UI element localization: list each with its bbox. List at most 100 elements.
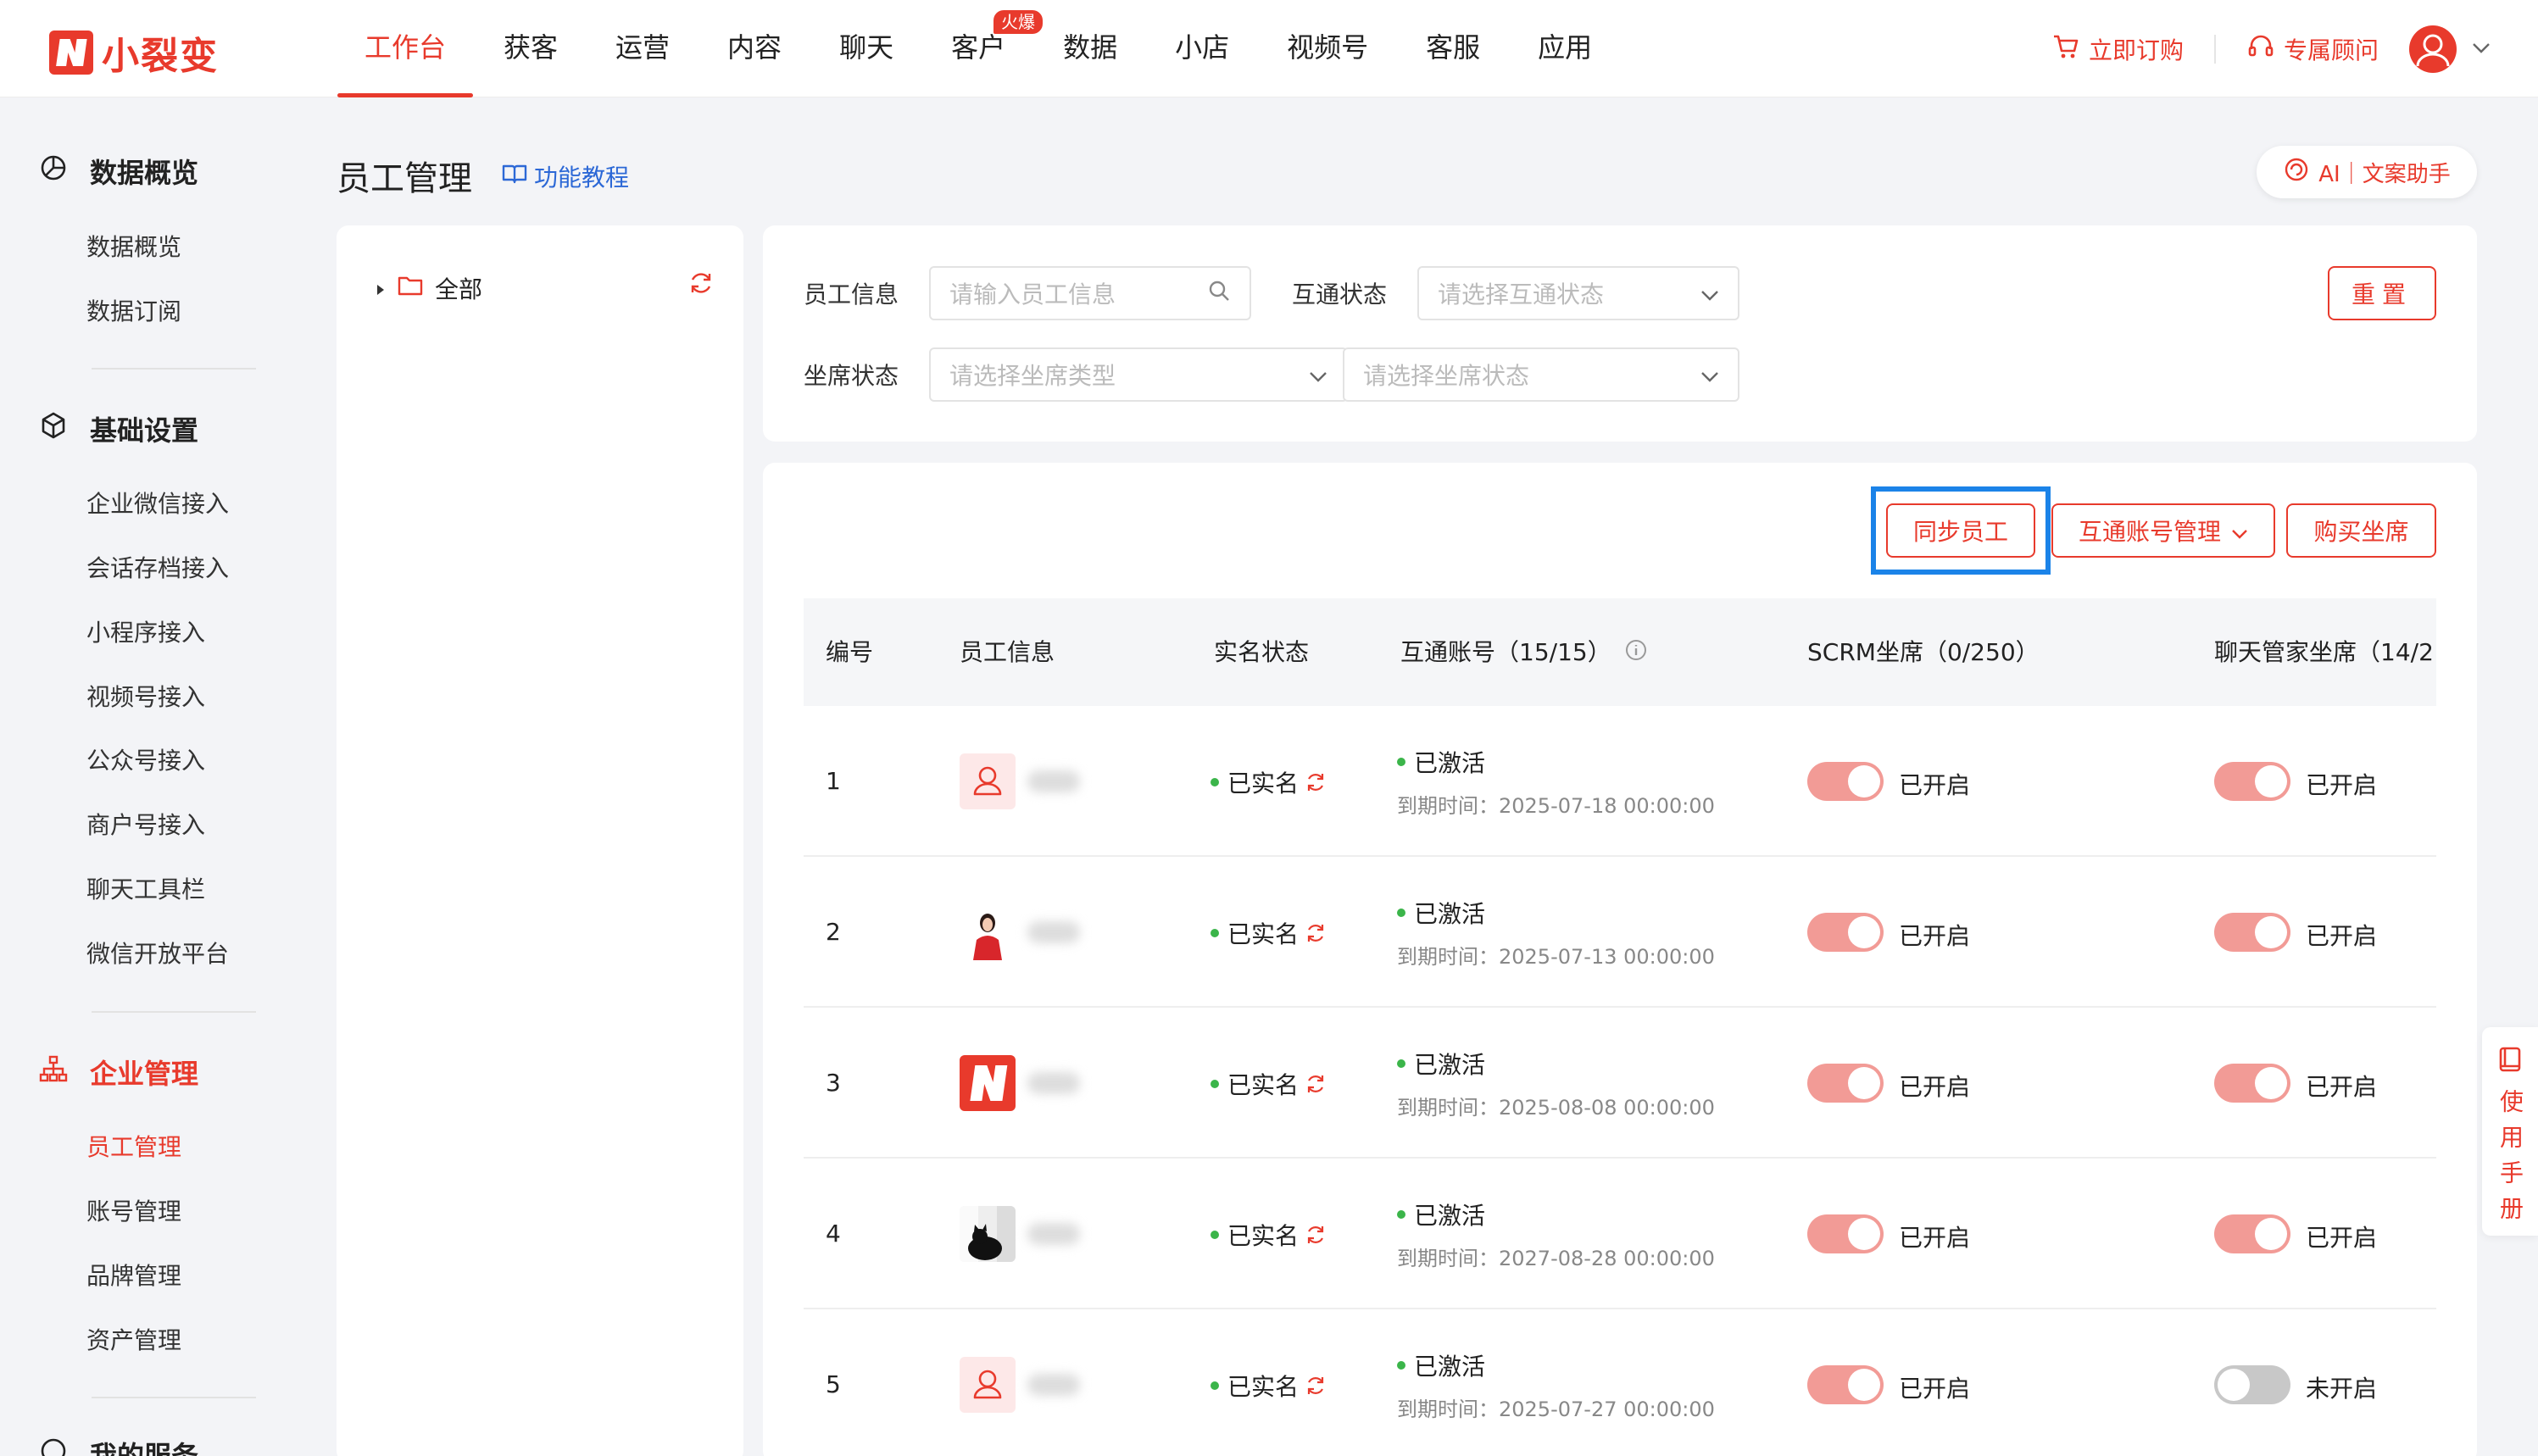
hutong-status-select[interactable]: 请选择互通状态	[1417, 266, 1739, 320]
status-dot-icon	[1397, 1361, 1405, 1370]
chat-seat-toggle[interactable]	[2214, 762, 2290, 801]
scrm-seat-toggle[interactable]	[1807, 762, 1884, 801]
nav-item-workbench[interactable]: 工作台	[336, 0, 475, 97]
chat-seat-toggle[interactable]	[2214, 1064, 2290, 1103]
activation-status: 已激活	[1397, 1047, 1485, 1081]
employee-name-redacted	[1027, 921, 1080, 943]
employee-id: 2	[826, 918, 841, 946]
nav-item-service[interactable]: 客服	[1397, 0, 1509, 97]
user-manual-tab[interactable]: 使用手册	[2482, 1027, 2538, 1236]
sidebar-item-wechat-open-platform[interactable]: 微信开放平台	[86, 936, 229, 970]
sidebar-item-merchant-access[interactable]: 商户号接入	[86, 807, 205, 841]
realname-status: 已实名	[1211, 1067, 1327, 1101]
sidebar-item-data-subscription[interactable]: 数据订阅	[86, 293, 181, 327]
nav-item-shop[interactable]: 小店	[1146, 0, 1258, 97]
sidebar-item-asset-management[interactable]: 资产管理	[86, 1322, 181, 1356]
status-dot-icon	[1397, 758, 1405, 766]
advisor-label: 专属顾问	[2283, 36, 2379, 64]
tree-node-root[interactable]: 全部	[376, 271, 482, 305]
expire-time: 到期时间：2025-07-18 00:00:00	[1397, 794, 1715, 818]
refresh-icon[interactable]	[1304, 770, 1327, 794]
divider	[92, 368, 256, 370]
activation-status: 已激活	[1397, 1348, 1485, 1382]
refresh-icon[interactable]	[1304, 1072, 1327, 1096]
sidebar-item-wecom-access[interactable]: 企业微信接入	[86, 486, 229, 520]
reset-button[interactable]: 重置	[2328, 266, 2436, 320]
scrm-seat-toggle[interactable]	[1807, 1365, 1884, 1404]
divider	[92, 1397, 256, 1398]
refresh-icon[interactable]	[687, 270, 715, 300]
department-tree-panel: 全部	[337, 225, 743, 1456]
scrm-seat-toggle[interactable]	[1807, 1214, 1884, 1253]
chevron-down-icon[interactable]	[2472, 42, 2491, 58]
seat-type-select[interactable]: 请选择坐席类型	[929, 347, 1348, 402]
scrm-seat-label: 已开启	[1899, 771, 1971, 799]
nav-item-channels[interactable]: 视频号	[1258, 0, 1397, 97]
activation-status: 已激活	[1397, 1198, 1485, 1231]
nav-item-apps[interactable]: 应用	[1509, 0, 1621, 97]
sidebar-item-employee-management[interactable]: 员工管理	[86, 1129, 181, 1163]
buy-seat-button[interactable]: 购买坐席	[2286, 503, 2436, 558]
service-icon	[39, 1437, 68, 1456]
nav-item-data[interactable]: 数据	[1034, 0, 1146, 97]
hutong-account-management-button[interactable]: 互通账号管理	[2051, 503, 2275, 558]
seat-status-select[interactable]: 请选择坐席状态	[1343, 347, 1739, 402]
table-row: 2 已实名 已激活 到期时间：2025-07-13 00:00:00 已开启 已开启	[804, 857, 2436, 1008]
sidebar-item-channels-access[interactable]: 视频号接入	[86, 679, 205, 713]
sidebar-item-official-account-access[interactable]: 公众号接入	[86, 742, 205, 776]
refresh-icon[interactable]	[1304, 1374, 1327, 1398]
sidebar-group-data-overview: 数据概览	[39, 152, 198, 191]
chat-seat-toggle[interactable]	[2214, 1365, 2290, 1404]
sidebar-item-archive-access[interactable]: 会话存档接入	[86, 550, 229, 584]
chat-seat-toggle[interactable]	[2214, 1214, 2290, 1253]
brand-logo[interactable]: 小裂变	[49, 25, 219, 80]
realname-status: 已实名	[1211, 1218, 1327, 1252]
info-icon[interactable]	[1624, 600, 1648, 708]
tutorial-link[interactable]: 功能教程	[502, 159, 629, 193]
ai-copywriting-button[interactable]: AI｜文案助手	[2257, 146, 2477, 198]
chevron-down-icon	[1309, 361, 1327, 389]
scrm-seat-toggle[interactable]	[1807, 913, 1884, 952]
nav-item-acquire[interactable]: 获客	[475, 0, 587, 97]
employee-name-redacted	[1027, 770, 1080, 792]
user-manual-label: 使用手册	[2496, 1089, 2524, 1231]
sidebar-item-chat-toolbar[interactable]: 聊天工具栏	[86, 871, 205, 905]
expire-time: 到期时间：2025-07-13 00:00:00	[1397, 945, 1715, 969]
expire-time: 到期时间：2027-08-28 00:00:00	[1397, 1247, 1715, 1270]
caret-right-icon[interactable]	[376, 275, 386, 303]
sync-employees-button[interactable]: 同步员工	[1886, 503, 2035, 558]
sidebar-item-miniprogram-access[interactable]: 小程序接入	[86, 614, 205, 648]
advisor-link[interactable]: 专属顾问	[2246, 32, 2379, 67]
status-dot-icon	[1211, 929, 1219, 937]
expire-time: 到期时间：2025-08-08 00:00:00	[1397, 1096, 1715, 1120]
page-title: 员工管理	[337, 159, 472, 198]
seat-filter-label: 坐席状态	[804, 362, 899, 390]
nav-item-operations[interactable]: 运营	[587, 0, 699, 97]
nav-item-content[interactable]: 内容	[699, 0, 810, 97]
realname-status: 已实名	[1211, 916, 1327, 950]
employee-search-input[interactable]: 请输入员工信息	[929, 266, 1251, 320]
hutong-filter-label: 互通状态	[1292, 281, 1388, 308]
chat-seat-label: 已开启	[2306, 1073, 2378, 1101]
filter-panel: 员工信息 请输入员工信息 互通状态 请选择互通状态 重置 坐席状态 请选择坐席类…	[763, 225, 2477, 442]
column-header-chat-seat: 聊天管家坐席（14/2	[2214, 638, 2434, 666]
employee-table-panel: 同步员工 互通账号管理 购买坐席 编号 员工信息 实名状态 互通账号（15/15…	[763, 463, 2477, 1456]
sidebar-item-data-overview[interactable]: 数据概览	[86, 229, 181, 263]
chat-seat-toggle[interactable]	[2214, 913, 2290, 952]
employee-name-redacted	[1027, 1223, 1080, 1245]
sidebar-group-my-services[interactable]: 我的服务	[39, 1435, 198, 1456]
scrm-seat-toggle[interactable]	[1807, 1064, 1884, 1103]
nav-item-chat[interactable]: 聊天	[810, 0, 922, 97]
sidebar-item-account-management[interactable]: 账号管理	[86, 1193, 181, 1227]
refresh-icon[interactable]	[1304, 921, 1327, 945]
user-avatar[interactable]	[2409, 25, 2457, 73]
employee-filter-label: 员工信息	[804, 281, 899, 308]
status-dot-icon	[1211, 1381, 1219, 1390]
buy-now-link[interactable]: 立即订购	[2051, 32, 2184, 67]
cube-icon	[39, 411, 68, 447]
logo-mark-icon	[49, 31, 93, 75]
refresh-icon[interactable]	[1304, 1223, 1327, 1247]
sidebar-item-brand-management[interactable]: 品牌管理	[86, 1258, 181, 1292]
status-dot-icon	[1211, 778, 1219, 786]
column-header-hutong: 互通账号（15/15）	[1400, 598, 1648, 708]
